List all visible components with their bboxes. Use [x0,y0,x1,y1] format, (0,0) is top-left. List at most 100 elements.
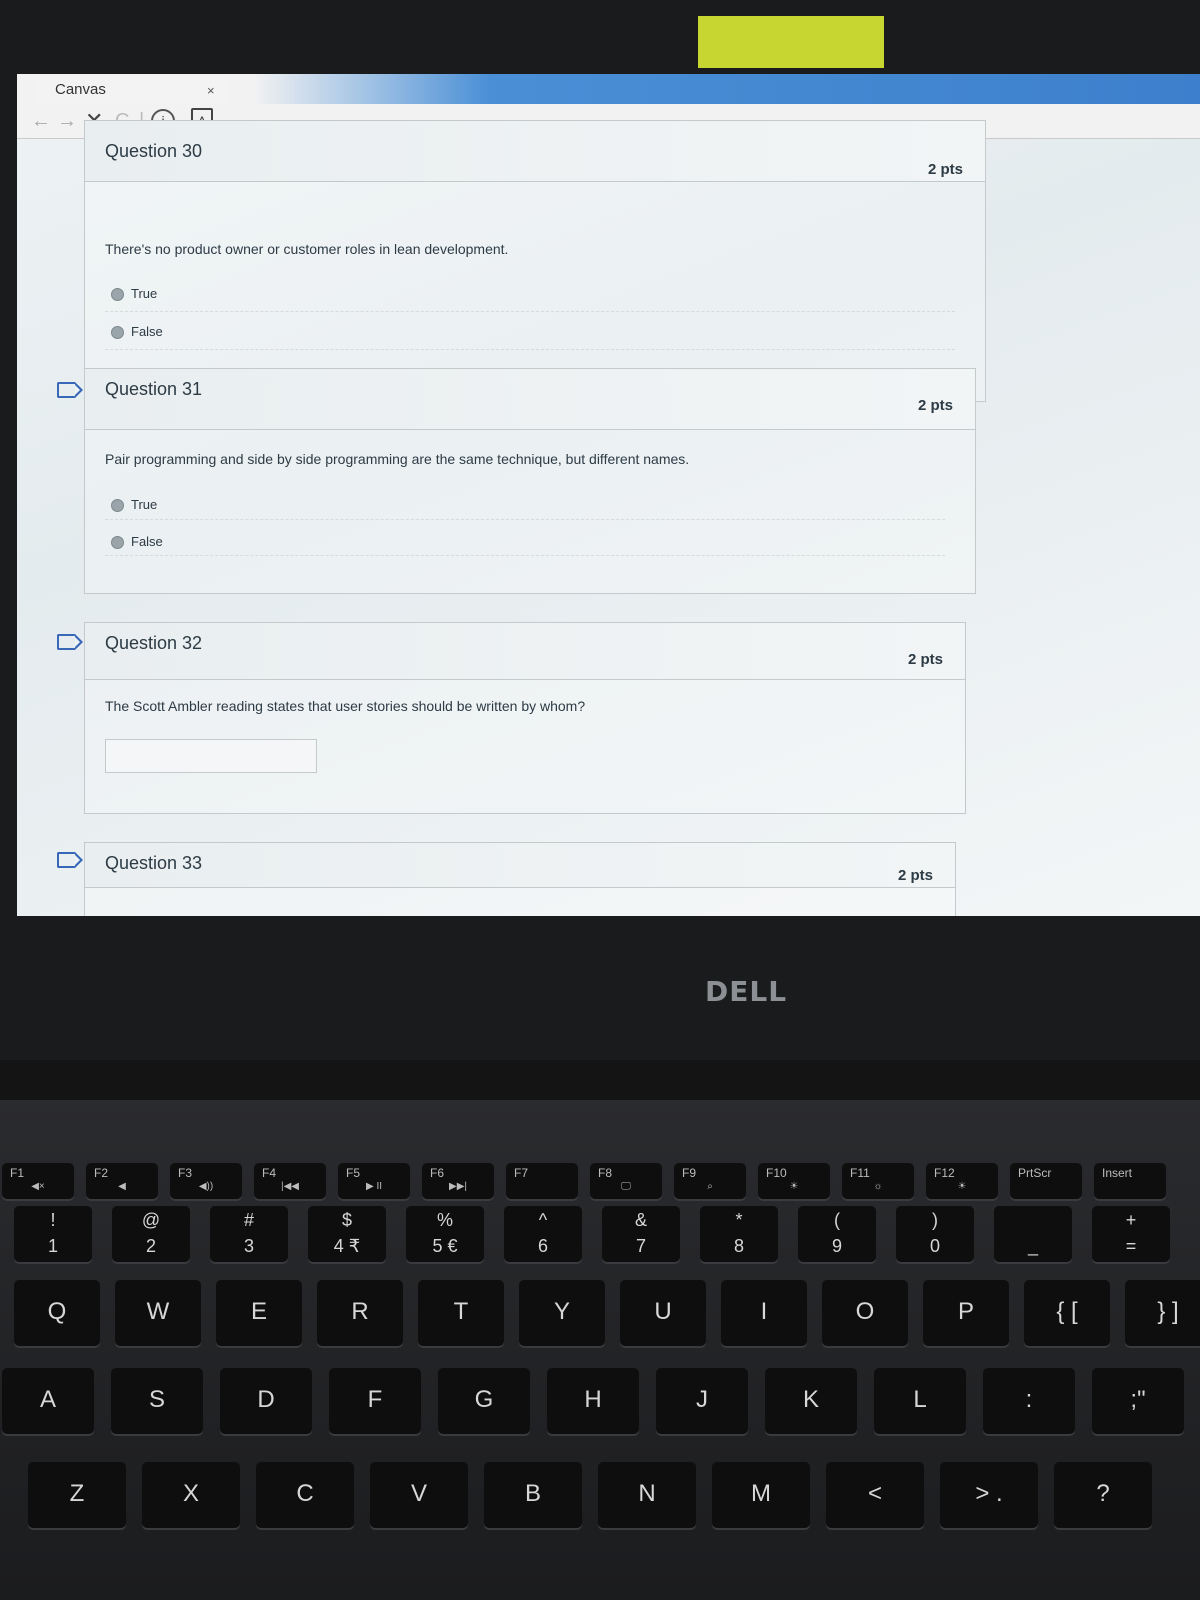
number-key[interactable]: ! 1 [14,1206,92,1262]
number-key[interactable]: _ [994,1206,1072,1262]
key-label: I [760,1298,768,1325]
fkey-f9[interactable]: ⌕ F9 [674,1163,746,1199]
fkey-insert[interactable]: Insert [1094,1163,1166,1199]
letter-key[interactable]: F [329,1368,421,1434]
number-key[interactable]: * 8 [700,1206,778,1262]
letter-key[interactable]: E [216,1280,302,1346]
bookmark-flag-icon[interactable] [57,852,83,868]
letter-key[interactable]: B [484,1462,582,1528]
letter-key[interactable]: V [370,1462,468,1528]
key-label: L [913,1386,927,1413]
answer-option-false[interactable]: False [111,534,163,550]
radio-button[interactable] [111,326,124,340]
answer-input[interactable] [105,739,317,773]
key-label: > . [975,1480,1003,1507]
forward-arrow-icon[interactable]: → [57,110,77,133]
letter-key[interactable]: Z [28,1462,126,1528]
fkey-f4[interactable]: |◀◀ F4 [254,1163,326,1199]
answer-option-true[interactable]: True [111,286,157,302]
back-arrow-icon[interactable]: ← [31,110,51,133]
close-tab-icon[interactable]: × [207,83,215,98]
letter-key[interactable]: Q [14,1280,100,1346]
letter-key[interactable]: O [822,1280,908,1346]
key-label: ;" [1130,1386,1146,1413]
number-key[interactable]: #3 [210,1206,288,1262]
letter-key[interactable]: T [418,1280,504,1346]
key-symbol: ☼ [873,1181,883,1192]
number-key[interactable]: ^ 6 [504,1206,582,1262]
fkey-f6[interactable]: ▶▶| F6 [422,1163,494,1199]
letter-key[interactable]: U [620,1280,706,1346]
letter-key[interactable]: P [923,1280,1009,1346]
key-label: F9 [682,1166,697,1180]
letter-key[interactable]: R [317,1280,403,1346]
letter-key[interactable]: N [598,1462,696,1528]
option-label: True [131,497,158,512]
browser-tab[interactable]: Canvas × [37,76,227,104]
letter-key[interactable]: W [115,1280,201,1346]
fkey-f2[interactable]: ◀ F2 [86,1163,158,1199]
key-symbol: ◀ [118,1181,126,1192]
letter-key[interactable]: J [656,1368,748,1434]
number-key[interactable]: (9 [798,1206,876,1262]
number-key[interactable]: $4 ₹ [308,1206,386,1262]
letter-key[interactable]: H [547,1368,639,1434]
key-label: X [182,1480,199,1507]
key-symbol: ▶ II [365,1181,383,1192]
letter-key[interactable]: S [111,1368,203,1434]
question-31-card: Question 31 2 pts Pair programming and s… [84,368,976,594]
letter-key[interactable]: G [438,1368,530,1434]
fkey-f12[interactable]: ☀ F12 [926,1163,998,1199]
divider [105,311,955,312]
radio-button[interactable] [111,499,124,513]
letter-key[interactable]: K [765,1368,857,1434]
radio-button[interactable] [111,536,124,550]
fkey-f7[interactable]: F7 [506,1163,578,1199]
letter-key[interactable]: X [142,1462,240,1528]
answer-option-false[interactable]: False [111,324,163,340]
fkey-f3[interactable]: ◀)) F3 [170,1163,242,1199]
letter-key[interactable]: D [220,1368,312,1434]
key-symbol: # [243,1210,254,1230]
letter-key[interactable]: } ] [1125,1280,1200,1346]
letter-key[interactable]: ? [1054,1462,1152,1528]
number-key[interactable]: + = [1092,1206,1170,1262]
bookmark-flag-icon[interactable] [57,634,83,650]
letter-key[interactable]: : [983,1368,1075,1434]
letter-key[interactable]: Y [519,1280,605,1346]
fkey-f5[interactable]: ▶ II F5 [338,1163,410,1199]
radio-button[interactable] [111,288,124,302]
letter-key[interactable]: < [826,1462,924,1528]
key-label: F12 [934,1166,955,1180]
letter-key[interactable]: M [712,1462,810,1528]
letter-key[interactable]: > . [940,1462,1038,1528]
number-key[interactable]: ) 0 [896,1206,974,1262]
key-symbol: ☀ [789,1181,799,1192]
letter-key[interactable]: ;" [1092,1368,1184,1434]
number-key[interactable]: @2 [112,1206,190,1262]
option-label: False [131,324,163,339]
key-symbol: ) [932,1210,938,1230]
bookmark-flag-icon[interactable] [57,382,83,398]
letter-key[interactable]: I [721,1280,807,1346]
number-key[interactable]: % 5 € [406,1206,484,1262]
key-label: C [296,1480,314,1507]
question-points: 2 pts [927,161,963,178]
fkey-f8[interactable]: 🖵 F8 [590,1163,662,1199]
fkey-f1[interactable]: ◀× F1 [2,1163,74,1199]
question-header: Question 31 2 pts [85,369,975,430]
divider [105,555,945,556]
letter-key[interactable]: A [2,1368,94,1434]
letter-key[interactable]: L [874,1368,966,1434]
number-key[interactable]: & 7 [602,1206,680,1262]
letter-key[interactable]: C [256,1462,354,1528]
key-label: F3 [178,1166,193,1180]
key-symbol: ◀)) [198,1181,214,1192]
fkey-f11[interactable]: ☼ F11 [842,1163,914,1199]
key-label: D [257,1386,275,1413]
fkey-f10[interactable]: ☀ F10 [758,1163,830,1199]
fkey-prtscr[interactable]: PrtScr [1010,1163,1082,1199]
letter-key[interactable]: { [ [1024,1280,1110,1346]
answer-option-true[interactable]: True [111,497,158,513]
key-label: B [524,1480,541,1507]
